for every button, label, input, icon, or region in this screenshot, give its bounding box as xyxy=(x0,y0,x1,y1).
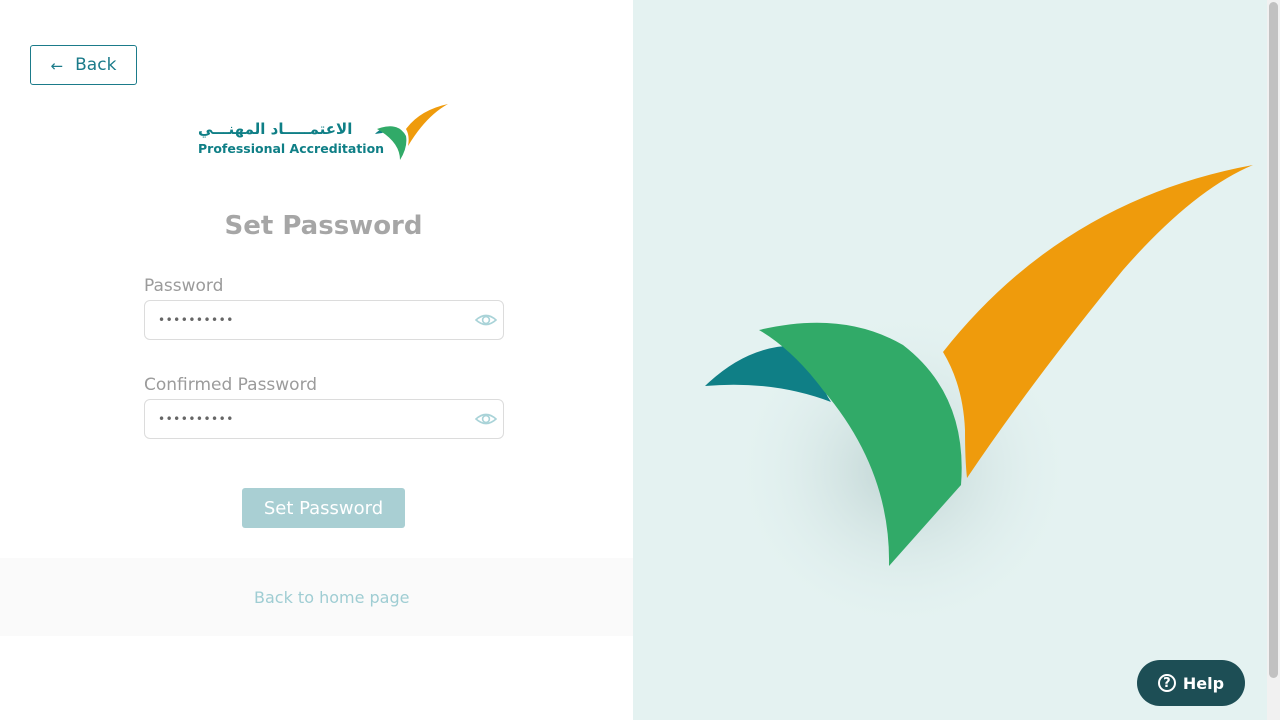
back-button[interactable]: ← Back xyxy=(30,45,137,85)
eye-icon[interactable] xyxy=(475,409,497,429)
footer: Back to home page xyxy=(0,558,633,636)
confirm-password-value: •••••••••• xyxy=(158,412,234,426)
logo-bird-icon xyxy=(375,104,448,160)
password-field[interactable]: •••••••••• xyxy=(144,300,504,340)
back-to-home-link[interactable]: Back to home page xyxy=(254,588,409,607)
bird-illustration xyxy=(705,165,1253,635)
logo-arabic-text: الاعتمـــــاد المهنـــي xyxy=(198,120,353,138)
form-panel: ← Back الاعتمـــــاد المهنـــي Professio… xyxy=(0,0,633,720)
password-label: Password xyxy=(144,276,224,296)
scrollbar[interactable] xyxy=(1267,0,1280,720)
logo: الاعتمـــــاد المهنـــي Professional Acc… xyxy=(196,102,452,164)
illustration-panel xyxy=(633,0,1267,720)
help-label: Help xyxy=(1182,673,1225,693)
help-button[interactable]: ? Help xyxy=(1137,660,1245,706)
scrollbar-thumb[interactable] xyxy=(1269,2,1278,678)
password-value: •••••••••• xyxy=(158,313,234,327)
logo-english-text: Professional Accreditation xyxy=(198,141,385,156)
eye-icon[interactable] xyxy=(475,310,497,330)
back-button-label: Back xyxy=(75,55,117,75)
confirm-password-field[interactable]: •••••••••• xyxy=(144,399,504,439)
page-title: Set Password xyxy=(224,211,423,241)
question-icon: ? xyxy=(1157,674,1176,692)
arrow-left-icon: ← xyxy=(50,57,64,75)
set-password-button[interactable]: Set Password xyxy=(242,488,405,528)
confirm-password-label: Confirmed Password xyxy=(144,375,318,395)
